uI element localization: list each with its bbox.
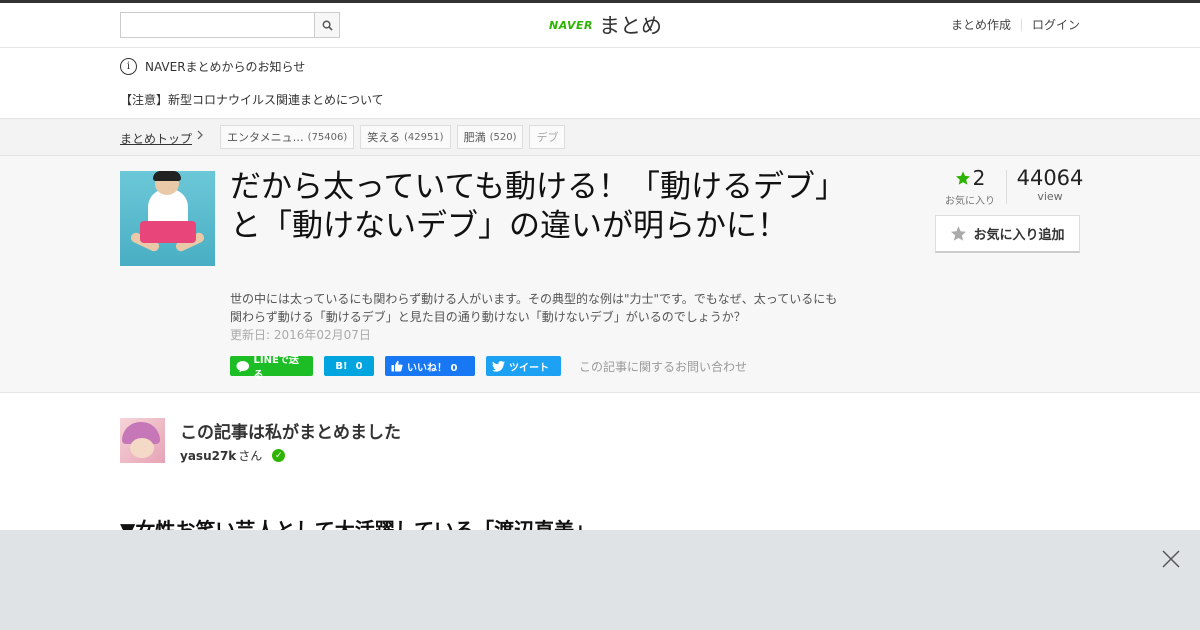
hatena-icon: B! (335, 360, 348, 372)
star-outline-icon (951, 226, 967, 241)
tag-label: エンタメニュ… (227, 131, 304, 144)
notice-link[interactable]: 【注意】新型コロナウイルス関連まとめについて (120, 91, 384, 108)
add-favorite-label: お気に入り追加 (973, 228, 1065, 243)
article-thumbnail[interactable] (120, 171, 215, 266)
notice-title: NAVERまとめからのお知らせ (145, 60, 306, 74)
views-count: 44064 (1016, 166, 1084, 190)
curator-name-row: yasu27k さん ✓ (180, 447, 286, 464)
views-label: view (1037, 190, 1063, 203)
site-logo[interactable]: NAVER まとめ (549, 10, 662, 40)
tag-debu[interactable]: デブ (529, 125, 566, 149)
avatar[interactable] (120, 418, 165, 463)
add-favorite-button[interactable]: お気に入り追加 (935, 215, 1080, 253)
tweet-label: ツイート (509, 362, 549, 374)
favorites-count: 2 (972, 166, 986, 190)
updated-date: 更新日: 2016年02月07日 (230, 328, 371, 342)
tag-count: (42951) (403, 131, 444, 143)
search-box (120, 12, 340, 38)
share-bar: LINEで送る B! 0 いいね！ 0 ツイート この記事に関するお問い合わせ (230, 355, 747, 381)
tag-count: (75406) (307, 131, 348, 143)
search-button[interactable] (314, 13, 339, 37)
search-icon (322, 20, 333, 31)
avatar-face (130, 438, 154, 458)
curator-heading: この記事は私がまとめました (180, 423, 401, 443)
close-icon[interactable] (1160, 548, 1182, 570)
tag-entertainment[interactable]: エンタメニュ… (75406) (220, 125, 355, 149)
notice-header: i NAVERまとめからのお知らせ (120, 58, 305, 75)
facebook-like-button[interactable]: いいね！ 0 (385, 356, 475, 376)
views-stat: 44064 view (1015, 166, 1085, 203)
tag-label: 笑える (367, 131, 400, 144)
curator-suffix: さん (238, 449, 263, 463)
logo-brand: NAVER (549, 18, 593, 32)
stats-divider (1006, 170, 1007, 204)
tag-count: (520) (489, 131, 517, 143)
create-matome-link[interactable]: まとめ作成 (951, 16, 1011, 33)
favorites-label: お気に入り (945, 196, 995, 207)
line-share-label: LINEで送る (253, 355, 299, 381)
thumb-skirt (140, 221, 196, 243)
tag-label: 肥満 (463, 131, 486, 144)
favorites-stat: 2 お気に入り (935, 166, 1005, 207)
tag-funny[interactable]: 笑える (42951) (360, 125, 451, 149)
twitter-bird-icon (492, 360, 505, 372)
chevron-right-icon (196, 129, 204, 144)
ad-overlay (0, 530, 1200, 630)
info-icon: i (120, 58, 137, 75)
header-link-divider (1020, 18, 1022, 31)
verified-check-icon: ✓ (272, 449, 286, 462)
search-input[interactable] (121, 13, 315, 37)
article-header: だから太っていても動ける！「動けるデブ」と「動けないデブ」の違いが明らかに！ 世… (0, 156, 1200, 393)
breadcrumb: まとめトップ エンタメニュ… (75406) 笑える (42951) 肥満 (5… (0, 118, 1200, 156)
hatena-count: 0 (355, 360, 363, 372)
article-description: 世の中には太っているにも関わらず動ける人がいます。その典型的な例は"力士"です。… (230, 292, 838, 324)
tag-obesity[interactable]: 肥満 (520) (456, 125, 524, 149)
breadcrumb-top-link[interactable]: まとめトップ (120, 130, 192, 147)
thumbs-up-icon (391, 360, 403, 372)
tag-label: デブ (536, 131, 559, 144)
favorites-count-row: 2 (935, 166, 1005, 190)
header-links: まとめ作成 ログイン (951, 16, 1080, 33)
tweet-button[interactable]: ツイート (486, 356, 561, 376)
logo-service: まとめ (598, 14, 662, 38)
login-link[interactable]: ログイン (1032, 16, 1080, 33)
thumb-hair (153, 171, 181, 181)
star-icon (955, 171, 970, 185)
facebook-like-label: いいね！ 0 (407, 362, 458, 374)
line-icon (236, 360, 250, 372)
curator-name[interactable]: yasu27k (180, 449, 236, 463)
contact-link[interactable]: この記事に関するお問い合わせ (579, 358, 747, 375)
line-share-button[interactable]: LINEで送る (230, 355, 313, 381)
hatena-bookmark-button[interactable]: B! 0 (324, 356, 374, 376)
tag-list: エンタメニュ… (75406) 笑える (42951) 肥満 (520) デブ (220, 125, 566, 149)
article-title: だから太っていても動ける！「動けるデブ」と「動けないデブ」の違いが明らかに！ (230, 169, 831, 244)
site-header: NAVER まとめ まとめ作成 ログイン (0, 3, 1200, 48)
